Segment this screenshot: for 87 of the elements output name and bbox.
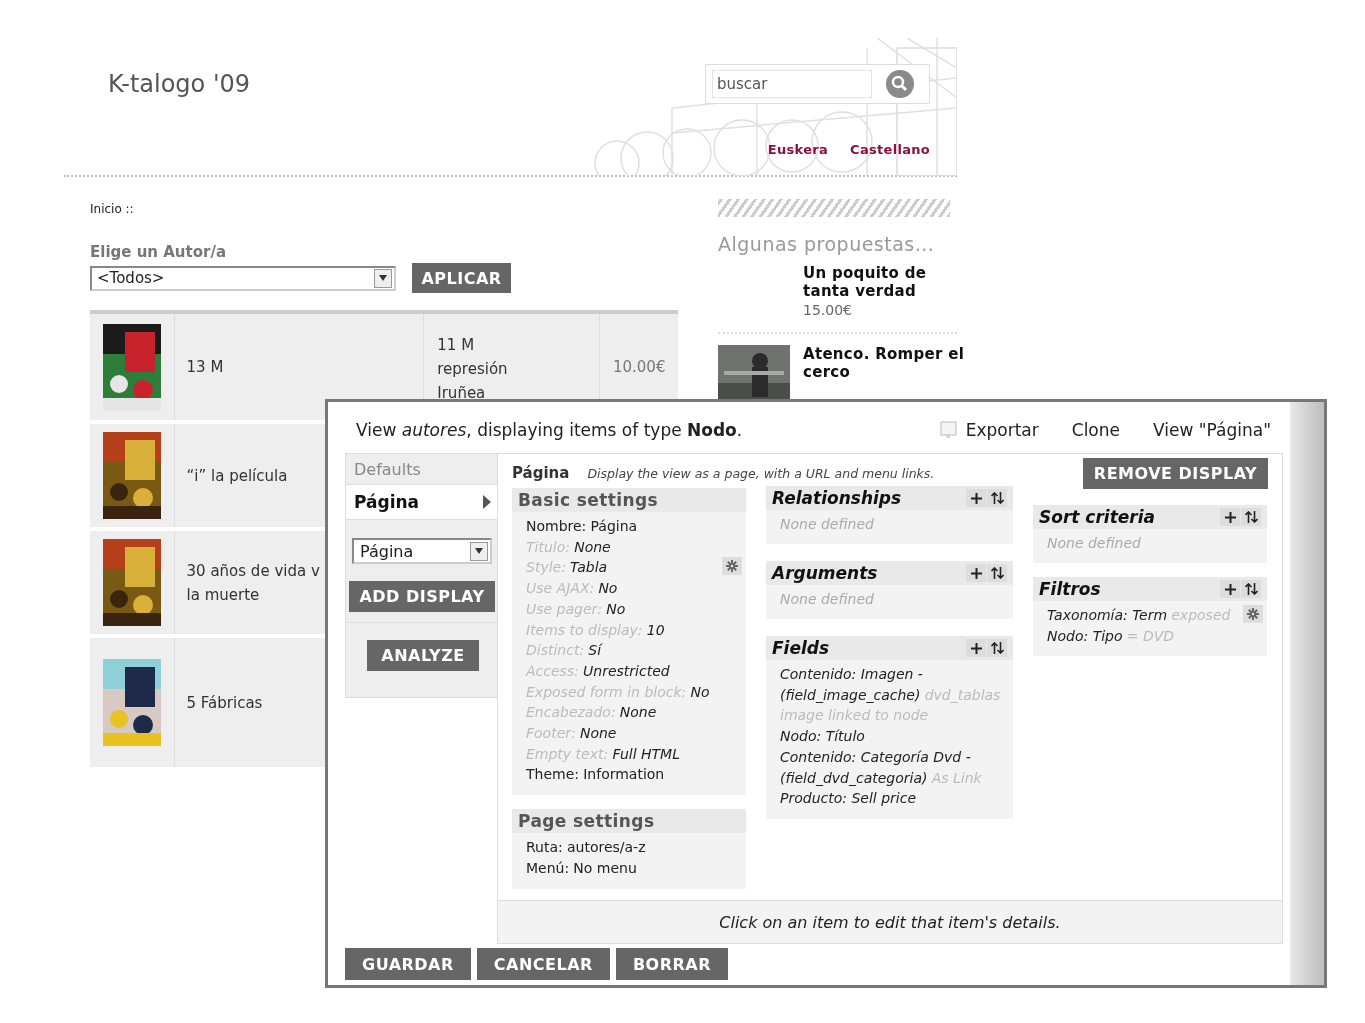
setting-link[interactable]: Items to display: 10 <box>526 619 665 641</box>
setting-link[interactable]: Access: Unrestricted <box>526 660 670 682</box>
empty-note: None defined <box>1047 534 1142 553</box>
section-title: Arguments <box>772 563 878 583</box>
plus-icon <box>970 492 982 504</box>
language-link[interactable]: Castellano <box>850 142 930 157</box>
display-tab[interactable]: Página <box>346 485 497 520</box>
empty-note: None defined <box>780 515 875 534</box>
setting-link[interactable]: Contenido: Imagen - (field_image_cache) dvd_tablas image linked to node <box>780 664 1009 727</box>
setting-link[interactable]: Footer: None <box>526 723 617 744</box>
add-button[interactable] <box>966 639 986 657</box>
section-title: Filtros <box>1039 579 1101 599</box>
rearrange-button[interactable] <box>1241 508 1261 526</box>
form-button[interactable]: GUARDAR <box>345 948 471 980</box>
author-select[interactable]: <Todos> <box>90 265 396 291</box>
empty-note: None defined <box>780 590 875 609</box>
triangle-icon <box>483 495 491 509</box>
gear-icon <box>1247 608 1259 620</box>
plus-icon <box>970 567 982 579</box>
site-title: K-talogo '09 <box>107 69 251 100</box>
view-link[interactable]: Exportar <box>939 420 1039 440</box>
setting-link[interactable]: Taxonomía: Term exposed <box>1047 605 1231 626</box>
gear-icon <box>726 560 738 573</box>
search-icon[interactable] <box>886 70 914 98</box>
export-icon <box>939 421 958 439</box>
add-button[interactable] <box>1220 508 1240 526</box>
setting-link[interactable]: Menú: No menu <box>526 857 637 879</box>
sort-icon <box>1244 511 1258 523</box>
language-link[interactable]: Euskera <box>767 142 829 157</box>
apply-button[interactable]: APLICAR <box>412 263 511 293</box>
view-link[interactable]: View "Página" <box>1153 420 1271 440</box>
sidebar-heading: Algunas propuestas... <box>718 233 936 255</box>
rearrange-button[interactable] <box>987 489 1007 507</box>
plus-icon <box>1224 511 1236 523</box>
setting-link[interactable]: Titulo: None <box>526 536 611 558</box>
settings-button[interactable] <box>1243 605 1263 623</box>
display-description: Display the view as a page, with a URL and menu links. <box>587 466 935 481</box>
price-text: 10.00€ <box>612 357 666 378</box>
setting-link[interactable]: Empty text: Full HTML <box>526 743 680 765</box>
sort-icon <box>1244 583 1258 595</box>
dropdown-arrow-icon <box>475 548 483 554</box>
setting-link[interactable]: Contenido: Categoría Dvd - (field_dvd_categoria) As Link <box>780 746 1009 789</box>
view-link[interactable]: Clone <box>1071 420 1120 440</box>
rearrange-button[interactable] <box>987 639 1007 657</box>
section-title: Fields <box>772 638 830 658</box>
setting-link[interactable]: Distinct: Sí <box>526 640 602 661</box>
setting-link[interactable]: Encabezado: None <box>526 702 657 724</box>
settings-button[interactable] <box>722 557 742 576</box>
remove-display-button[interactable]: REMOVE DISPLAY <box>1083 458 1268 489</box>
product-link[interactable]: Atenco. Romper el cerco <box>803 345 965 381</box>
rearrange-button[interactable] <box>987 564 1007 582</box>
display-select[interactable]: Página <box>352 538 492 564</box>
product-link[interactable]: Un poquito de tanta verdad <box>803 264 927 300</box>
analyze-button[interactable]: ANALYZE <box>367 640 479 671</box>
add-button[interactable] <box>966 564 986 582</box>
setting-link[interactable]: Producto: Sell price <box>780 788 916 809</box>
plus-icon <box>970 642 982 654</box>
display-title: Página <box>512 464 570 482</box>
setting-link[interactable]: Nodo: Título <box>780 726 865 747</box>
form-button[interactable]: CANCELAR <box>476 948 610 980</box>
setting-link[interactable]: Ruta: autores/a-z <box>526 837 646 858</box>
rearrange-button[interactable] <box>1241 580 1261 598</box>
breadcrumb: Inicio :: <box>90 202 135 217</box>
section-title: Relationships <box>772 488 902 508</box>
search-field[interactable]: buscar <box>705 64 930 104</box>
plus-icon <box>1224 583 1236 595</box>
add-display-button[interactable]: ADD DISPLAY <box>349 581 495 612</box>
sort-icon <box>990 492 1004 504</box>
setting-link[interactable]: Use AJAX: No <box>526 578 618 599</box>
price-text: 15.00€ <box>803 302 853 318</box>
section-title: Basic settings <box>518 490 659 510</box>
setting-link[interactable]: Exposed form in block: No <box>526 681 710 703</box>
form-button[interactable]: BORRAR <box>615 948 729 980</box>
dropdown-arrow-icon <box>379 275 387 281</box>
filter-label: Elige un Autor/a <box>90 243 227 261</box>
add-button[interactable] <box>1220 580 1240 598</box>
sort-icon <box>990 642 1004 654</box>
add-button[interactable] <box>966 489 986 507</box>
setting-link[interactable]: Nombre: Página <box>526 516 638 537</box>
section-title: Page settings <box>518 811 655 832</box>
setting-link[interactable]: Style: Tabla <box>526 557 608 579</box>
section-title: Sort criteria <box>1039 507 1155 527</box>
setting-link[interactable]: Use pager: No <box>526 598 626 620</box>
setting-link[interactable]: Theme: Information <box>526 764 665 786</box>
sort-icon <box>990 567 1004 579</box>
setting-link[interactable]: Nodo: Tipo = DVD <box>1047 625 1175 647</box>
hint-text: Click on an item to edit that item's details. <box>498 900 1282 943</box>
